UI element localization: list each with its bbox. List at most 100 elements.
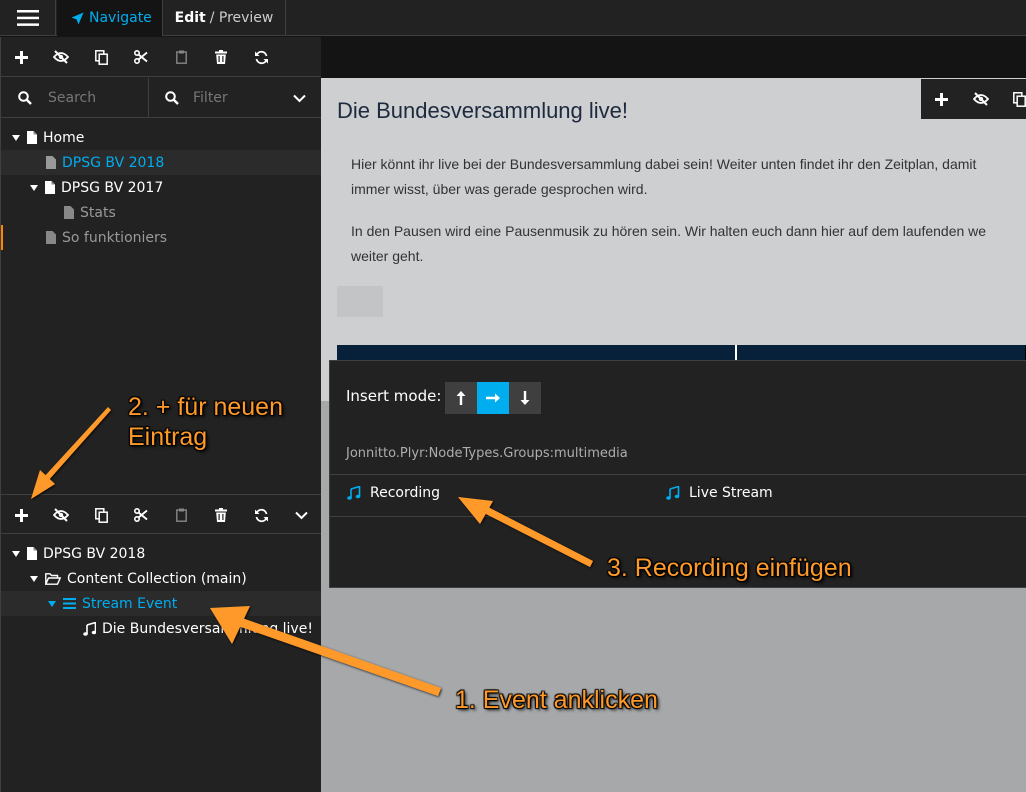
- insert-into-button[interactable]: [477, 382, 509, 414]
- plus-icon: [934, 92, 948, 106]
- tree-node-dpsg-bv-2018[interactable]: DPSG BV 2018: [1, 150, 322, 175]
- player-divider: [735, 345, 737, 360]
- paragraph-2-line-2[interactable]: weiter geht.: [351, 244, 1026, 269]
- hide-button[interactable]: [961, 79, 1001, 119]
- arrow-down-icon: [520, 391, 530, 405]
- content-node-content-collection[interactable]: Content Collection (main): [1, 566, 322, 591]
- caret-down-icon[interactable]: [11, 550, 21, 557]
- copy-button[interactable]: [1001, 79, 1026, 119]
- tree-node-label: So funktioniers: [62, 229, 168, 246]
- scissors-icon: [134, 508, 148, 522]
- delete-button[interactable]: [201, 495, 241, 535]
- eye-slash-icon: [973, 92, 989, 106]
- search-row: [1, 78, 322, 118]
- inline-toolbar: [921, 79, 1026, 119]
- scissors-icon: [134, 50, 148, 64]
- search-icon: [165, 91, 179, 105]
- tab-navigate-label: Navigate: [89, 10, 152, 26]
- music-icon: [83, 621, 96, 636]
- copy-icon: [94, 507, 108, 523]
- content-node-label: DPSG BV 2018: [43, 545, 146, 562]
- page-preview: Die Bundesversammlung live! Hier könnt i…: [321, 78, 1026, 401]
- content-node-stream-event[interactable]: Stream Event: [1, 591, 322, 616]
- tree-node-label: DPSG BV 2017: [61, 179, 164, 196]
- eye-slash-icon: [53, 50, 69, 64]
- content-top-strip: [321, 37, 1026, 78]
- tab-preview-label: / Preview: [209, 10, 274, 26]
- content-node-recording[interactable]: Die Bundesversammlung live!: [1, 616, 322, 641]
- page-title[interactable]: Die Bundesversammlung live!: [337, 98, 628, 124]
- search-input[interactable]: [48, 90, 138, 106]
- tree-node-label: Home: [43, 129, 85, 146]
- tree-node-label: DPSG BV 2018: [62, 154, 165, 171]
- paragraph-1-line-1[interactable]: Hier könnt ihr live bei der Bundesversam…: [351, 152, 1026, 177]
- page-icon: [46, 231, 56, 244]
- player-bar: [337, 345, 1026, 360]
- divider: [330, 516, 1026, 517]
- node-type-recording[interactable]: Recording: [346, 485, 440, 501]
- annotation-step-3: 3. Recording einfügen: [607, 554, 852, 582]
- hide-button[interactable]: [41, 37, 81, 77]
- arrow-right-icon: [486, 393, 500, 403]
- divider: [330, 474, 1026, 475]
- cut-button[interactable]: [121, 37, 161, 77]
- tree-node-label: Stats: [80, 204, 116, 221]
- insert-before-button[interactable]: [445, 382, 477, 414]
- content-node-dpsg-bv-2018[interactable]: DPSG BV 2018: [1, 541, 322, 566]
- collapse-button[interactable]: [281, 495, 321, 535]
- hide-button[interactable]: [41, 495, 81, 535]
- clipboard-icon: [175, 508, 187, 522]
- page-icon: [45, 181, 55, 194]
- eye-slash-icon: [53, 508, 69, 522]
- delete-button[interactable]: [201, 37, 241, 77]
- tree-node-so-funktioniers[interactable]: So funktioniers: [1, 225, 322, 250]
- content-node-label: Content Collection (main): [67, 570, 247, 587]
- paragraph-1-line-2[interactable]: immer wisst, über was gerade gesprochen …: [351, 177, 1026, 202]
- paste-button[interactable]: [161, 37, 201, 77]
- filter-box[interactable]: [150, 78, 322, 118]
- paste-button[interactable]: [161, 495, 201, 535]
- cut-button[interactable]: [121, 495, 161, 535]
- add-button[interactable]: [921, 79, 961, 119]
- caret-down-icon[interactable]: [29, 575, 39, 582]
- filter-select[interactable]: [193, 90, 273, 106]
- copy-icon: [1013, 91, 1026, 107]
- content-node-label: Stream Event: [82, 595, 178, 612]
- refresh-icon: [254, 50, 268, 64]
- add-button[interactable]: [1, 37, 41, 77]
- copy-button[interactable]: [81, 37, 121, 77]
- add-content-button[interactable]: [1, 495, 41, 535]
- caret-down-icon[interactable]: [29, 184, 39, 191]
- caret-down-icon[interactable]: [47, 600, 57, 607]
- annotation-step-2-line-1: 2. + für neuen: [128, 393, 283, 421]
- menu-icon[interactable]: [0, 0, 56, 36]
- placeholder-block[interactable]: [337, 286, 383, 317]
- tab-edit-preview[interactable]: Edit / Preview: [163, 0, 286, 36]
- content-node-label: Die Bundesversammlung live!: [102, 620, 313, 637]
- page-icon: [27, 547, 37, 560]
- refresh-button[interactable]: [241, 37, 281, 77]
- trash-icon: [215, 50, 227, 64]
- copy-button[interactable]: [81, 495, 121, 535]
- paragraph-2-line-1[interactable]: In den Pausen wird eine Pausenmusik zu h…: [351, 219, 1026, 244]
- arrow-up-icon: [456, 391, 466, 405]
- caret-down-icon[interactable]: [11, 134, 21, 141]
- tree-node-dpsg-bv-2017[interactable]: DPSG BV 2017: [1, 175, 322, 200]
- insert-mode-label: Insert mode:: [346, 387, 442, 405]
- music-icon: [347, 486, 361, 500]
- refresh-button[interactable]: [241, 495, 281, 535]
- chevron-down-icon[interactable]: [293, 94, 306, 103]
- trash-icon: [215, 508, 227, 522]
- node-type-live-stream[interactable]: Live Stream: [665, 485, 773, 501]
- chevron-down-icon: [294, 511, 308, 519]
- annotation-step-1: 1. Event anklicken: [455, 686, 658, 714]
- list-icon: [63, 598, 76, 609]
- node-type-label: Live Stream: [689, 485, 773, 501]
- tab-navigate[interactable]: Navigate: [57, 0, 163, 36]
- content-tree-toolbar: [1, 494, 322, 534]
- page-tree-toolbar: [1, 37, 322, 77]
- insert-after-button[interactable]: [509, 382, 541, 414]
- tree-node-home[interactable]: Home: [1, 125, 322, 150]
- tree-node-stats[interactable]: Stats: [1, 200, 322, 225]
- page-icon: [46, 156, 56, 169]
